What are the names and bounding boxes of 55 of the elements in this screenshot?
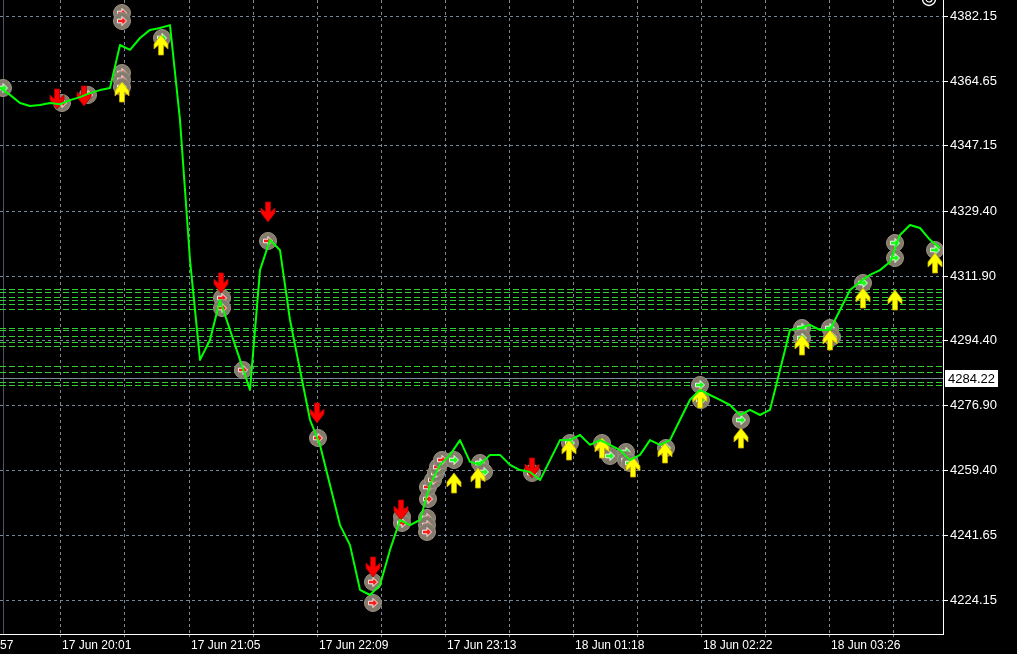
down-arrow-icon xyxy=(309,402,325,424)
up-arrow-icon xyxy=(594,437,610,459)
time-axis-label: 57 xyxy=(0,637,14,653)
up-arrow-icon xyxy=(887,289,903,311)
down-arrow-icon xyxy=(393,499,409,521)
time-axis-label: 17 Jun 22:09 xyxy=(319,637,389,653)
up-arrow-icon xyxy=(733,427,749,449)
down-arrow-icon xyxy=(524,457,540,479)
time-axis-label: 17 Jun 23:13 xyxy=(447,637,517,653)
arrow-disc-icon xyxy=(732,411,750,429)
up-arrow-icon xyxy=(657,442,673,464)
price-axis-label: 4364.65 xyxy=(950,73,997,89)
bid-price-label: 4284.22 xyxy=(945,369,998,387)
arrow-disc-icon xyxy=(886,234,904,252)
arrow-disc-icon xyxy=(113,12,131,30)
arrow-disc-icon xyxy=(445,451,463,469)
price-axis-label: 4276.90 xyxy=(950,397,997,413)
price-axis-label: 4347.15 xyxy=(950,137,997,153)
up-arrow-icon xyxy=(153,34,169,56)
time-axis-label: 17 Jun 20:01 xyxy=(62,637,132,653)
time-axis-label: 18 Jun 03:26 xyxy=(831,637,901,653)
up-arrow-icon xyxy=(114,81,130,103)
up-arrow-icon xyxy=(692,387,708,409)
arrow-disc-icon xyxy=(364,594,382,612)
price-axis-label: 4241.65 xyxy=(950,527,997,543)
down-arrow-icon xyxy=(76,85,92,107)
price-axis-label: 4382.15 xyxy=(950,8,997,24)
arrow-disc-icon xyxy=(418,523,436,541)
price-axis-label: 4224.15 xyxy=(950,592,997,608)
up-arrow-icon xyxy=(794,334,810,356)
arrow-disc-icon xyxy=(309,429,327,447)
time-axis-label: 18 Jun 02:22 xyxy=(703,637,773,653)
arrow-disc-icon xyxy=(691,376,709,394)
price-axis-label: 4294.40 xyxy=(950,332,997,348)
down-arrow-icon xyxy=(365,556,381,578)
up-arrow-icon xyxy=(822,329,838,351)
arrow-disc-icon xyxy=(213,299,231,317)
arrow-disc-icon xyxy=(234,361,252,379)
up-arrow-icon xyxy=(855,287,871,309)
price-axis-label: 4311.90 xyxy=(950,268,997,284)
price-axis-label: 4259.40 xyxy=(950,462,997,478)
up-arrow-icon xyxy=(470,467,486,489)
price-axis-label: 4329.40 xyxy=(950,203,997,219)
time-axis-label: 17 Jun 21:05 xyxy=(191,637,261,653)
up-arrow-icon xyxy=(625,456,641,478)
arrow-disc-icon xyxy=(259,232,277,250)
up-arrow-icon xyxy=(446,472,462,494)
down-arrow-icon xyxy=(49,88,65,110)
down-arrow-icon xyxy=(260,201,276,223)
arrow-disc-icon xyxy=(886,249,904,267)
ring-icon xyxy=(921,0,937,7)
time-axis-label: 18 Jun 01:18 xyxy=(575,637,645,653)
up-arrow-icon xyxy=(927,252,943,274)
arrow-disc-icon xyxy=(854,274,872,292)
down-arrow-icon xyxy=(213,272,229,294)
